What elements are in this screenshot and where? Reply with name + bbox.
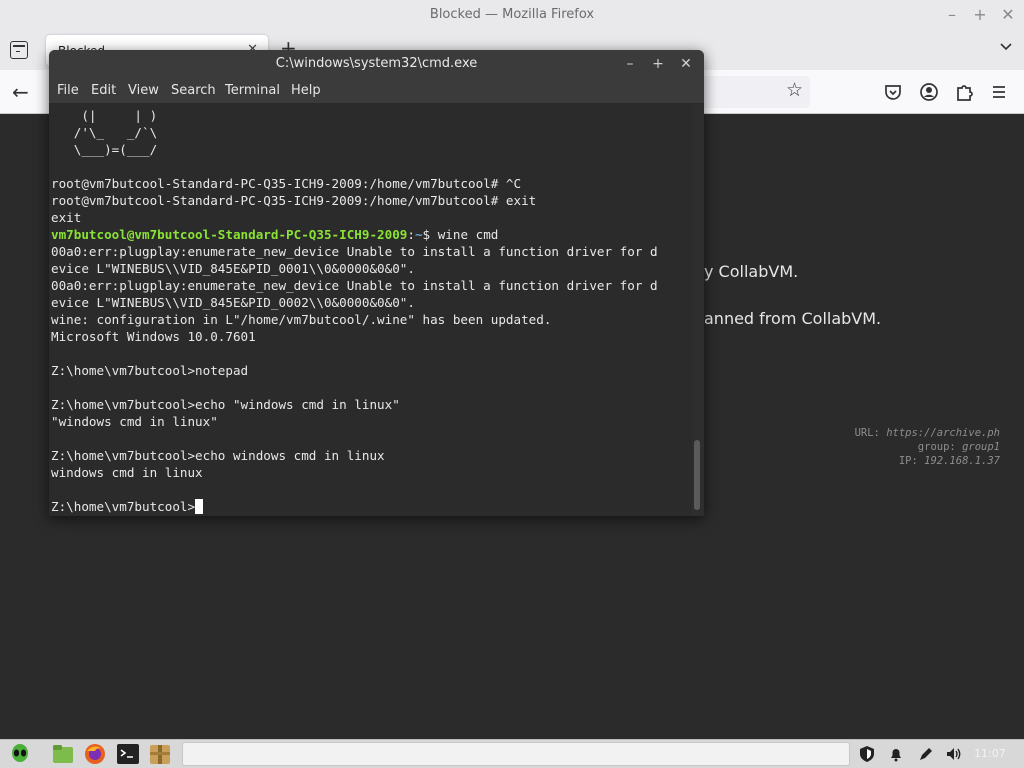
bookmark-star-icon[interactable]: ☆ — [786, 79, 803, 101]
extensions-icon[interactable] — [953, 81, 975, 103]
menu-terminal[interactable]: Terminal — [225, 83, 280, 98]
firefox-icon[interactable] — [83, 742, 107, 766]
terminal-line: 00a0:err:plugplay:enumerate_new_device U… — [51, 244, 658, 259]
shield-icon[interactable] — [858, 745, 876, 763]
terminal-line: evice L"WINEBUS\\VID_845E&PID_0002\\0&00… — [51, 295, 415, 310]
meta-ip-value: 192.168.1.37 — [924, 455, 1000, 467]
prompt-user: vm7butcool@vm7butcool-Standard-PC-Q35-IC… — [51, 227, 408, 242]
terminal-scrollbar-thumb[interactable] — [694, 440, 700, 510]
cmd-prompt-line[interactable]: Z:\home\vm7butcool> — [51, 498, 691, 515]
meta-url: URL: https://archive.ph — [854, 427, 1000, 439]
blocked-message-line-2: anned from CollabVM. — [704, 309, 882, 328]
back-arrow-icon[interactable]: ← — [12, 80, 29, 104]
files-icon[interactable] — [51, 742, 75, 766]
menu-edit[interactable]: Edit — [91, 83, 116, 98]
firefox-window-title: Blocked — Mozilla Firefox — [429, 7, 595, 22]
account-icon[interactable] — [918, 81, 940, 103]
tab-list-icon[interactable] — [10, 41, 28, 59]
chevron-down-icon[interactable] — [1000, 40, 1012, 52]
terminal-line: windows cmd in linux — [51, 465, 203, 480]
terminal-line: exit — [51, 210, 82, 225]
terminal-icon[interactable] — [116, 742, 140, 766]
terminal-line: Z:\home\vm7butcool>echo "windows cmd in … — [51, 397, 400, 412]
terminal-line: root@vm7butcool-Standard-PC-Q35-ICH9-200… — [51, 176, 522, 191]
alien-menu-icon[interactable] — [8, 742, 32, 766]
terminal-line: wine: configuration in L"/home/vm7butcoo… — [51, 312, 552, 327]
prompt-command: $ wine cmd — [422, 227, 499, 242]
terminal-line: (| | ) — [51, 108, 158, 123]
terminal-output[interactable]: (| | ) /'\_ _/`\ \___)=(___/ root@vm7but… — [49, 104, 692, 516]
menu-file[interactable]: File — [57, 83, 79, 98]
notification-bell-icon[interactable] — [887, 745, 905, 763]
bottom-panel: 11:07 — [0, 739, 1024, 768]
terminal-line: 00a0:err:plugplay:enumerate_new_device U… — [51, 278, 658, 293]
meta-url-value: https://archive.ph — [886, 427, 1000, 439]
close-button[interactable]: ✕ — [994, 0, 1022, 30]
text-cursor — [195, 499, 204, 514]
terminal-line: root@vm7butcool-Standard-PC-Q35-ICH9-200… — [51, 193, 537, 208]
terminal-line: Z:\home\vm7butcool>notepad — [51, 363, 249, 378]
maximize-button[interactable]: + — [966, 0, 994, 30]
terminal-maximize-button[interactable]: + — [646, 50, 670, 78]
prompt-path: ~ — [414, 227, 423, 242]
terminal-line: "windows cmd in linux" — [51, 414, 218, 429]
terminal-minimize-button[interactable]: – — [618, 50, 642, 78]
volume-icon[interactable] — [945, 745, 963, 763]
minimize-button[interactable]: – — [938, 0, 966, 30]
menu-view[interactable]: View — [128, 83, 159, 98]
terminal-line: Microsoft Windows 10.0.7601 — [51, 329, 256, 344]
blocked-message-line-1: y CollabVM. — [704, 262, 799, 281]
bash-prompt-line: vm7butcool@vm7butcool-Standard-PC-Q35-IC… — [51, 226, 691, 243]
pen-tool-icon[interactable] — [917, 745, 935, 763]
menu-help[interactable]: Help — [291, 83, 321, 98]
hamburger-menu-icon[interactable] — [988, 81, 1010, 103]
current-prompt: Z:\home\vm7butcool> — [51, 499, 196, 514]
terminal-menubar: File Edit View Search Terminal Help — [49, 78, 704, 104]
firefox-titlebar: Blocked — Mozilla Firefox – + ✕ — [0, 0, 1024, 30]
meta-group-value: group1 — [962, 441, 1000, 453]
prompt-separator: : — [407, 227, 415, 242]
terminal-lines: (| | ) /'\_ _/`\ \___)=(___/ root@vm7but… — [51, 107, 691, 515]
terminal-window[interactable]: C:\windows\system32\cmd.exe – + ✕ File E… — [49, 50, 704, 516]
menu-search[interactable]: Search — [171, 83, 216, 98]
terminal-line: /'\_ _/`\ — [51, 125, 158, 140]
meta-ip: IP: 192.168.1.37 — [898, 455, 1000, 467]
terminal-scrollbar[interactable] — [692, 104, 704, 516]
terminal-titlebar[interactable]: C:\windows\system32\cmd.exe – + ✕ — [49, 50, 704, 78]
terminal-line: evice L"WINEBUS\\VID_845E&PID_0001\\0&00… — [51, 261, 415, 276]
terminal-title: C:\windows\system32\cmd.exe — [275, 56, 478, 71]
terminal-close-button[interactable]: ✕ — [674, 50, 698, 78]
taskbar-window-list[interactable] — [182, 742, 850, 766]
terminal-line: Z:\home\vm7butcool>echo windows cmd in l… — [51, 448, 385, 463]
clock[interactable]: 11:07 — [974, 747, 1006, 760]
pocket-icon[interactable] — [882, 81, 904, 103]
meta-group: group: group1 — [917, 441, 1000, 453]
terminal-line: \___)=(___/ — [51, 142, 158, 157]
archive-icon[interactable] — [148, 742, 172, 766]
